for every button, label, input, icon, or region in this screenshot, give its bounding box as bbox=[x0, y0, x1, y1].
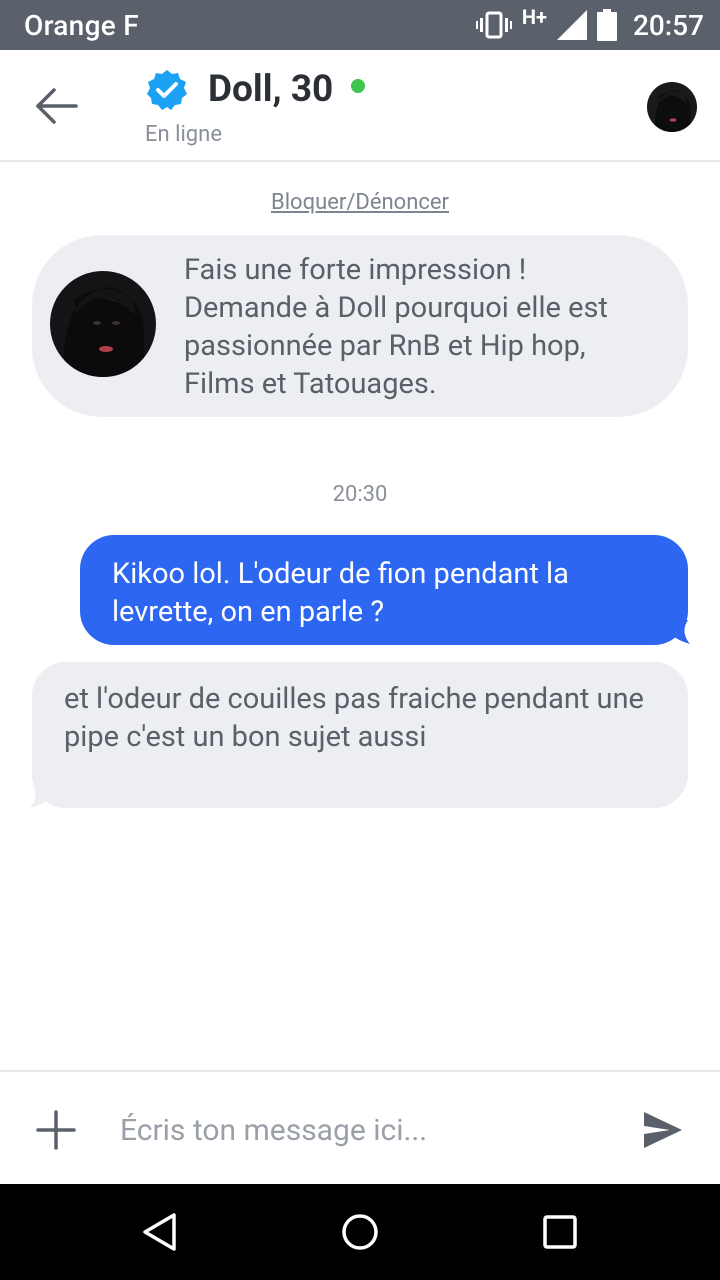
clock-label: 20:57 bbox=[632, 8, 704, 42]
verified-badge-icon bbox=[147, 69, 187, 110]
contact-name: Doll, 30 bbox=[208, 68, 334, 111]
vibrate-icon bbox=[475, 11, 512, 39]
avatar-photo bbox=[50, 271, 156, 377]
message-input[interactable] bbox=[120, 1102, 610, 1158]
icebreaker-text: Fais une forte impression ! Demande à Do… bbox=[184, 253, 608, 401]
back-arrow-icon bbox=[36, 88, 78, 124]
avatar-photo bbox=[647, 82, 697, 132]
outgoing-message: Kikoo lol. L'odeur de fion pendant la le… bbox=[80, 535, 688, 645]
back-triangle-icon bbox=[143, 1213, 176, 1251]
block-report-link[interactable]: Bloquer/Dénoncer bbox=[0, 190, 720, 215]
recents-square-icon bbox=[543, 1215, 577, 1249]
incoming-bubble-tail bbox=[30, 784, 52, 808]
nav-back-button[interactable] bbox=[140, 1212, 180, 1252]
status-bar: Orange F H+ 20:57 bbox=[0, 0, 720, 50]
system-nav-bar bbox=[0, 1184, 720, 1280]
outgoing-bubble-tail bbox=[668, 620, 690, 644]
contact-title-row[interactable]: Doll, 30 bbox=[146, 68, 366, 111]
message-composer bbox=[0, 1070, 720, 1184]
send-button[interactable] bbox=[642, 1110, 684, 1150]
network-type-label: H+ bbox=[521, 5, 547, 29]
signal-icon bbox=[556, 10, 587, 40]
icebreaker-card: Fais une forte impression ! Demande à Do… bbox=[32, 235, 688, 417]
plus-icon bbox=[36, 1110, 76, 1150]
home-circle-icon bbox=[342, 1214, 378, 1250]
contact-status: En ligne bbox=[145, 122, 222, 147]
online-status-dot bbox=[351, 78, 366, 93]
header-avatar[interactable] bbox=[647, 82, 697, 132]
carrier-label: Orange F bbox=[24, 8, 140, 42]
send-icon bbox=[644, 1112, 682, 1148]
contact-avatar[interactable] bbox=[50, 271, 156, 377]
nav-recents-button[interactable] bbox=[540, 1212, 580, 1252]
add-attachment-button[interactable] bbox=[36, 1110, 76, 1150]
status-icons: H+ 20:57 bbox=[475, 5, 704, 42]
nav-home-button[interactable] bbox=[340, 1212, 380, 1252]
chat-header: Doll, 30 En ligne bbox=[0, 50, 720, 162]
incoming-message: et l'odeur de couilles pas fraiche penda… bbox=[32, 662, 688, 808]
battery-icon bbox=[596, 9, 617, 41]
message-timestamp: 20:30 bbox=[332, 482, 388, 507]
back-button[interactable] bbox=[30, 82, 82, 130]
